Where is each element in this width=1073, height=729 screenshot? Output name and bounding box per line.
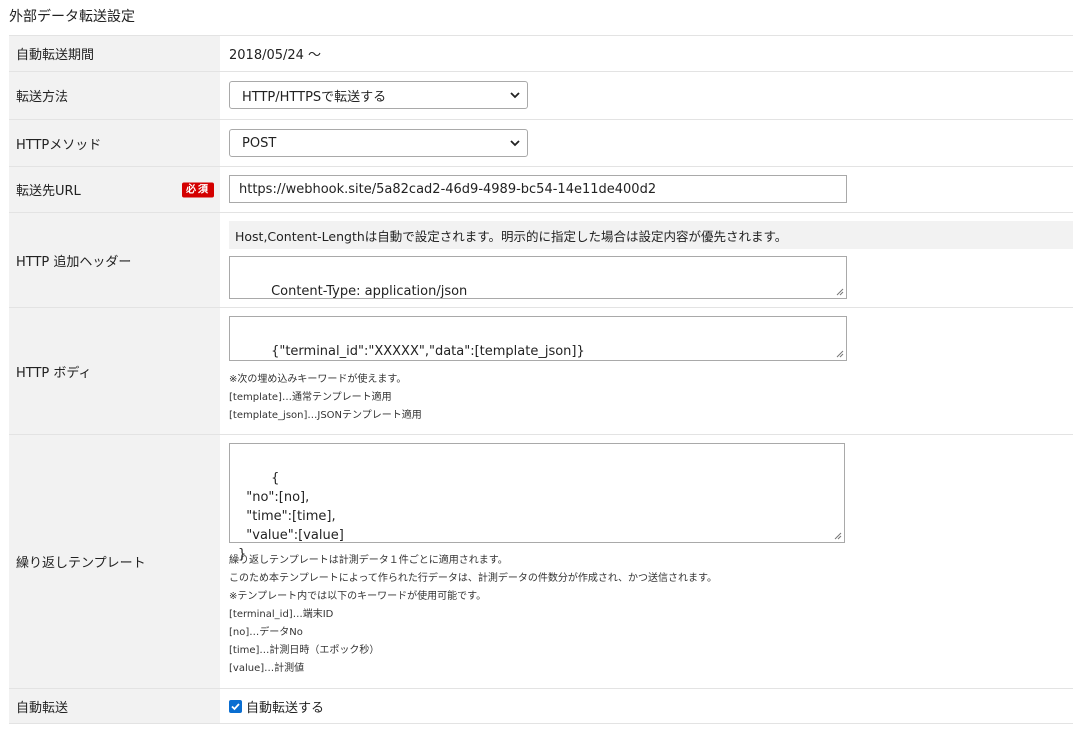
label-http-headers: HTTP 追加ヘッダー <box>9 213 220 307</box>
help-line: ※テンプレート内では以下のキーワードが使用可能です。 <box>229 591 487 602</box>
chevron-down-icon <box>510 140 520 147</box>
http-method-select[interactable]: POST <box>229 129 528 157</box>
row-auto-transfer-period: 自動転送期間 2018/05/24 ～ <box>9 36 1073 72</box>
help-line: [template]…通常テンプレート適用 <box>229 392 392 403</box>
http-body-value: {"terminal_id":"XXXXX","data":[template_… <box>271 344 585 359</box>
http-body-textarea[interactable]: {"terminal_id":"XXXXX","data":[template_… <box>229 316 847 361</box>
page-title: 外部データ転送設定 <box>9 9 135 25</box>
resize-grip-icon[interactable] <box>836 288 844 296</box>
row-destination-url: 転送先URL 必須 https://webhook.site/5a82cad2-… <box>9 167 1073 213</box>
required-badge: 必須 <box>182 182 214 197</box>
label-repeat-template: 繰り返しテンプレート <box>9 435 220 688</box>
http-headers-textarea[interactable]: Content-Type: application/json <box>229 256 847 299</box>
label-destination-url: 転送先URL <box>16 184 81 199</box>
headers-notice: Host,Content-Lengthは自動で設定されます。明示的に指定した場合… <box>229 221 1073 249</box>
destination-url-value: https://webhook.site/5a82cad2-46d9-4989-… <box>239 181 657 197</box>
help-line: このため本テンプレートによって作られた行データは、計測データの件数分が作成され、… <box>229 573 717 584</box>
auto-transfer-period-value: 2018/05/24 ～ <box>229 48 322 63</box>
resize-grip-icon[interactable] <box>834 532 842 540</box>
help-line: [terminal_id]…端末ID <box>229 609 334 620</box>
row-auto-transfer: 自動転送 自動転送する <box>9 689 1073 724</box>
chevron-down-icon <box>510 92 520 99</box>
help-line: [template_json]…JSONテンプレート適用 <box>229 410 422 421</box>
label-http-body: HTTP ボディ <box>9 308 220 434</box>
repeat-template-textarea[interactable]: { "no":[no], "time":[time], "value":[val… <box>229 443 845 562</box>
row-repeat-template: 繰り返しテンプレート { "no":[no], "time":[time], "… <box>9 435 1073 689</box>
auto-transfer-checkbox-label: 自動転送する <box>246 701 325 716</box>
transfer-method-select[interactable]: HTTP/HTTPSで転送する <box>229 81 528 109</box>
help-line: [value]…計測値 <box>229 663 305 674</box>
auto-transfer-checkbox[interactable] <box>229 700 242 713</box>
row-http-body: HTTP ボディ {"terminal_id":"XXXXX","data":[… <box>9 308 1073 435</box>
label-transfer-method: 転送方法 <box>9 72 220 119</box>
http-method-selected: POST <box>242 135 277 151</box>
repeat-template-help: 繰り返しテンプレートは計測データ１件ごとに適用されます。 このため本テンプレート… <box>229 552 717 678</box>
transfer-method-selected: HTTP/HTTPSで転送する <box>242 89 387 105</box>
label-auto-transfer: 自動転送 <box>9 689 220 723</box>
row-transfer-method: 転送方法 HTTP/HTTPSで転送する <box>9 72 1073 120</box>
help-line: ※次の埋め込みキーワードが使えます。 <box>229 374 407 385</box>
resize-grip-icon[interactable] <box>836 350 844 358</box>
destination-url-input[interactable]: https://webhook.site/5a82cad2-46d9-4989-… <box>229 175 847 203</box>
auto-transfer-checkbox-wrap[interactable]: 自動転送する <box>229 697 324 716</box>
http-body-help: ※次の埋め込みキーワードが使えます。 [template]…通常テンプレート適用… <box>229 371 422 425</box>
http-headers-value: Content-Type: application/json <box>271 284 468 299</box>
help-line: [no]…データNo <box>229 627 303 638</box>
help-line: [time]…計測日時（エポック秒） <box>229 645 380 656</box>
row-http-method: HTTPメソッド POST <box>9 120 1073 167</box>
checkmark-icon <box>231 703 240 711</box>
label-http-method: HTTPメソッド <box>9 120 220 166</box>
row-http-headers: HTTP 追加ヘッダー Host,Content-Lengthは自動で設定されま… <box>9 213 1073 308</box>
label-auto-transfer-period: 自動転送期間 <box>9 36 220 71</box>
help-line: 繰り返しテンプレートは計測データ１件ごとに適用されます。 <box>229 555 508 566</box>
settings-form: 自動転送期間 2018/05/24 ～ 転送方法 HTTP/HTTPSで転送する… <box>9 35 1073 724</box>
repeat-template-value: { "no":[no], "time":[time], "value":[val… <box>238 471 344 562</box>
